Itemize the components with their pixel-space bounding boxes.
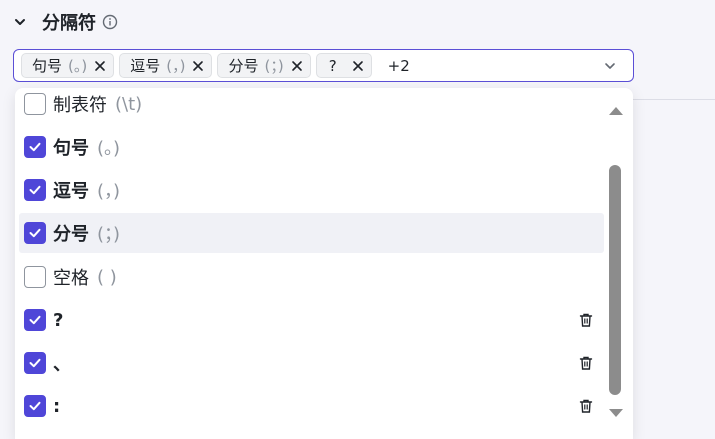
option-enumeration-comma[interactable]: 、: [19, 343, 604, 383]
option-label: :: [53, 395, 61, 417]
checkbox[interactable]: [24, 352, 46, 374]
checkbox[interactable]: [24, 93, 46, 115]
option-hint: (；): [97, 224, 121, 245]
section-header[interactable]: 分隔符: [12, 8, 118, 36]
option-label: 制表符: [53, 95, 107, 116]
separator-settings: 分隔符 句号 (。) 逗号 (，) 分号 (；) ? +2 制表符 (\t) 句…: [0, 0, 715, 439]
selected-tag: 句号 (。): [21, 53, 115, 78]
info-icon[interactable]: [102, 14, 118, 30]
close-icon[interactable]: [191, 59, 205, 73]
option-hint: (\t): [115, 93, 143, 115]
scrollbar-thumb[interactable]: [609, 165, 621, 395]
close-icon[interactable]: [290, 59, 304, 73]
option-comma[interactable]: 逗号 (，): [19, 170, 604, 210]
checkbox[interactable]: [24, 309, 46, 331]
section-title: 分隔符: [42, 13, 96, 34]
tag-hint: (；): [264, 57, 284, 75]
checkbox[interactable]: [24, 395, 46, 417]
option-semicolon[interactable]: 分号 (；): [19, 213, 604, 253]
option-label: 、: [53, 354, 71, 375]
option-label: ?: [53, 309, 64, 331]
option-label: 分号: [53, 224, 89, 245]
trash-icon[interactable]: [578, 312, 594, 328]
tag-hint: (。): [68, 57, 88, 75]
close-icon[interactable]: [93, 59, 107, 73]
tag-label: 逗号: [130, 57, 161, 75]
chevron-down-icon[interactable]: [603, 59, 617, 73]
option-hint: (，): [97, 181, 121, 202]
option-hint: (。): [97, 138, 121, 159]
option-label: 句号: [53, 138, 89, 159]
more-count-badge: +2: [387, 56, 410, 75]
checkbox[interactable]: [24, 136, 46, 158]
option-tab[interactable]: 制表符 (\t): [19, 88, 604, 124]
option-space[interactable]: 空格 ( ): [19, 257, 604, 297]
close-icon[interactable]: [351, 59, 365, 73]
checkbox[interactable]: [24, 179, 46, 201]
divider: [632, 99, 715, 100]
tag-label: 句号: [32, 57, 63, 75]
selected-tag: ?: [315, 53, 372, 78]
selected-tag: 逗号 (，): [119, 53, 213, 78]
option-label: 空格: [53, 268, 89, 289]
tag-hint: (，): [166, 57, 186, 75]
separator-dropdown: 制表符 (\t) 句号 (。) 逗号 (，) 分号 (；) 空格 ( ) ? 、…: [15, 88, 633, 439]
chevron-down-icon[interactable]: [12, 14, 28, 30]
option-question-mark[interactable]: ?: [19, 300, 604, 340]
tag-label: 分号: [228, 57, 259, 75]
tag-label: ?: [328, 56, 337, 75]
checkbox[interactable]: [24, 222, 46, 244]
trash-icon[interactable]: [578, 398, 594, 414]
option-colon[interactable]: :: [19, 386, 604, 426]
selected-tag: 分号 (；): [217, 53, 311, 78]
option-period[interactable]: 句号 (。): [19, 127, 604, 167]
option-hint: ( ): [97, 266, 117, 288]
checkbox[interactable]: [24, 266, 46, 288]
scroll-down-arrow-icon[interactable]: [607, 406, 625, 420]
trash-icon[interactable]: [578, 355, 594, 371]
scroll-up-arrow-icon[interactable]: [607, 104, 625, 118]
option-label: 逗号: [53, 181, 89, 202]
separator-multiselect[interactable]: 句号 (。) 逗号 (，) 分号 (；) ? +2: [13, 49, 634, 82]
